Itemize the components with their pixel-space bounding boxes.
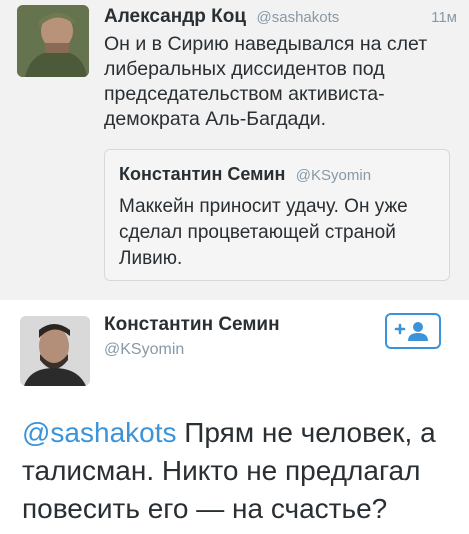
- follow-button[interactable]: [385, 313, 441, 349]
- add-user-icon: [394, 322, 428, 341]
- avatar[interactable]: [17, 5, 89, 77]
- quoted-tweet-text: Маккейн приносит удачу. Он уже сделал пр…: [119, 196, 408, 269]
- tweet-header: Александр Коц @sashakots 11м: [104, 6, 457, 30]
- quoted-author-name: Константин Семин: [119, 164, 286, 184]
- avatar-photo-icon: [20, 316, 90, 386]
- quoted-author-handle: @KSyomin: [295, 167, 372, 184]
- tweet-timestamp[interactable]: 11м: [431, 9, 457, 26]
- author-handle[interactable]: @KSyomin: [104, 341, 184, 359]
- tweet-konstantin-semin: Константин Семин @KSyomin @sashakots Пря…: [0, 308, 469, 534]
- tweet-text: @sashakots Прям не человек, а талисман. …: [22, 414, 452, 528]
- divider: [0, 300, 469, 308]
- author-handle[interactable]: @sashakots: [257, 9, 340, 26]
- quoted-tweet-header: Константин Семин @KSyomin: [119, 164, 371, 185]
- tweet-text: Он и в Сирию наведывался на слет либерал…: [104, 33, 428, 130]
- avatar[interactable]: [20, 316, 90, 386]
- tweet-aleksandr-kots: Александр Коц @sashakots 11м Он и в Сири…: [0, 0, 469, 300]
- author-name[interactable]: Константин Семин: [104, 314, 280, 336]
- author-name[interactable]: Александр Коц: [104, 6, 246, 27]
- quoted-tweet[interactable]: Константин Семин @KSyomin Маккейн принос…: [104, 149, 450, 281]
- mention-link[interactable]: @sashakots: [22, 417, 177, 448]
- avatar-photo-icon: [17, 5, 89, 77]
